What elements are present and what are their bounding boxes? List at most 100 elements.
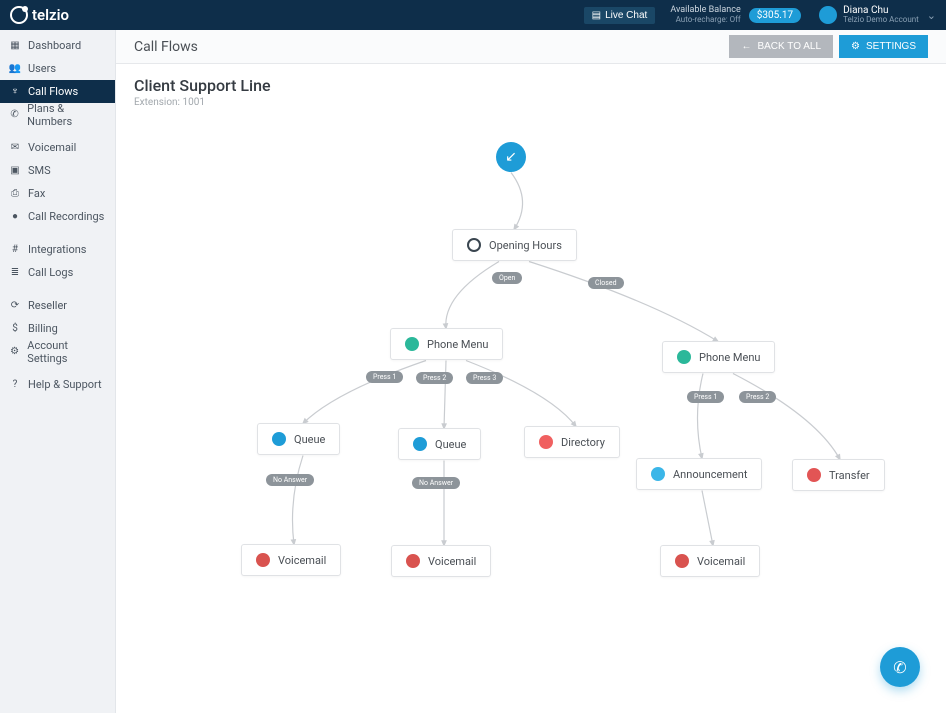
sidebar-item-call-recordings[interactable]: ● Call Recordings (0, 205, 115, 228)
flow-node-queue2[interactable]: Queue (398, 428, 481, 460)
sidebar-item-label: Users (28, 62, 56, 75)
start-node[interactable]: ↙ (496, 142, 526, 172)
sidebar-item-integrations[interactable]: #Integrations (0, 238, 115, 261)
node-label: Queue (435, 438, 466, 451)
sidebar-item-fax[interactable]: ⎙ Fax (0, 182, 115, 205)
sidebar-item-reseller[interactable]: ⟳ Reseller (0, 294, 115, 317)
balance-pill[interactable]: $305.17 (749, 8, 801, 23)
user-block[interactable]: Diana Chu Telzio Demo Account (843, 5, 919, 25)
node-label: Transfer (829, 469, 870, 482)
flow-node-hours[interactable]: Opening Hours (452, 229, 577, 261)
sidebar-item-help-support[interactable]: ? Help & Support (0, 373, 115, 396)
sidebar-item-label: Fax (28, 187, 45, 200)
node-label: Phone Menu (427, 338, 488, 351)
sidebar-icon: 👥 (9, 63, 21, 74)
chevron-down-icon[interactable]: ⌄ (927, 9, 936, 22)
edge-label: Open (492, 272, 522, 284)
sidebar-item-label: Call Logs (28, 266, 73, 279)
edge-label: Press 2 (739, 391, 776, 403)
avatar[interactable] (819, 6, 837, 24)
sidebar-item-label: Call Recordings (28, 210, 104, 223)
node-icon (256, 553, 270, 567)
live-chat-label: Live Chat (605, 10, 647, 21)
sidebar-item-label: Reseller (28, 299, 67, 312)
sidebar-item-users[interactable]: 👥 Users (0, 57, 115, 80)
sidebar-icon: # (9, 244, 21, 255)
sidebar-item-label: Call Flows (28, 85, 78, 98)
brand-text: telzio (32, 6, 69, 24)
node-icon (675, 554, 689, 568)
flow-node-vm3[interactable]: Voicemail (660, 545, 760, 577)
sidebar-item-plans-numbers[interactable]: ✆Plans & Numbers (0, 103, 115, 126)
sidebar-icon: ⟳ (9, 300, 21, 311)
sidebar-item-dashboard[interactable]: ▦ Dashboard (0, 34, 115, 57)
flow-node-ann[interactable]: Announcement (636, 458, 762, 490)
brand-icon (10, 6, 28, 24)
sidebar-item-label: Help & Support (28, 378, 102, 391)
live-chat-button[interactable]: ▤ Live Chat (584, 7, 656, 24)
flow-node-menuR[interactable]: Phone Menu (662, 341, 775, 373)
sidebar: ▦ Dashboard 👥 Users ♆ Call Flows ✆Plans & Numb… (0, 30, 116, 713)
sidebar-item-label: Account Settings (27, 339, 106, 365)
flow-node-dir[interactable]: Directory (524, 426, 620, 458)
sidebar-item-label: Voicemail (28, 141, 76, 154)
flow-node-vm2[interactable]: Voicemail (391, 545, 491, 577)
node-label: Announcement (673, 468, 747, 481)
sidebar-icon: ♆ (9, 86, 21, 97)
sidebar-item-voicemail[interactable]: ✉ Voicemail (0, 136, 115, 159)
flow-canvas[interactable]: ✆ ↙ Opening Hours Phone Menu Phone Menu Queu… (116, 112, 946, 713)
sidebar-icon: ● (9, 211, 21, 222)
node-icon (807, 468, 821, 482)
sidebar-icon: ✉ (9, 142, 21, 153)
incoming-call-icon: ↙ (505, 149, 517, 165)
sidebar-icon: ▦ (9, 40, 21, 51)
sidebar-icon: ≣ (9, 267, 21, 278)
node-icon (677, 350, 691, 364)
node-label: Directory (561, 436, 605, 449)
page-title: Client Support Line (134, 76, 928, 95)
node-label: Voicemail (428, 555, 476, 568)
section-title: Call Flows (134, 39, 198, 55)
arrow-left-icon: ← (741, 41, 751, 52)
page-sub-header: Client Support Line Extension: 1001 (116, 64, 946, 112)
node-icon (539, 435, 553, 449)
balance-block: Available Balance Auto-recharge: Off (670, 6, 740, 25)
top-bar: telzio ▤ Live Chat Available Balance Aut… (0, 0, 946, 30)
sidebar-item-call-flows[interactable]: ♆ Call Flows (0, 80, 115, 103)
node-icon (413, 437, 427, 451)
edge-label: No Answer (266, 474, 314, 486)
chat-icon: ▤ (592, 10, 601, 21)
phone-icon: ✆ (893, 658, 906, 677)
sidebar-item-label: SMS (28, 164, 51, 177)
app-body: ▦ Dashboard 👥 Users ♆ Call Flows ✆Plans & Numb… (0, 30, 946, 713)
flow-node-menuL[interactable]: Phone Menu (390, 328, 503, 360)
node-icon (406, 554, 420, 568)
flow-node-queue1[interactable]: Queue (257, 423, 340, 455)
node-icon (651, 467, 665, 481)
edge-label: Press 3 (466, 372, 503, 384)
sidebar-item-account-settings[interactable]: ⚙Account Settings (0, 340, 115, 363)
settings-button[interactable]: ⚙ SETTINGS (839, 35, 928, 58)
sidebar-item-call-logs[interactable]: ≣ Call Logs (0, 261, 115, 284)
node-icon (272, 432, 286, 446)
edge-label: Closed (588, 277, 624, 289)
sidebar-item-sms[interactable]: ▣ SMS (0, 159, 115, 182)
sidebar-icon: ⎙ (9, 188, 21, 199)
node-icon (467, 238, 481, 252)
flow-node-trans[interactable]: Transfer (792, 459, 885, 491)
node-label: Phone Menu (699, 351, 760, 364)
page-extension: Extension: 1001 (134, 97, 928, 108)
sidebar-icon: ▣ (9, 165, 21, 176)
back-to-all-button[interactable]: ← BACK TO ALL (729, 35, 833, 58)
flow-node-vm1[interactable]: Voicemail (241, 544, 341, 576)
node-label: Opening Hours (489, 239, 562, 252)
node-label: Voicemail (697, 555, 745, 568)
dial-fab[interactable]: ✆ (880, 647, 920, 687)
edge-label: Press 1 (687, 391, 724, 403)
sidebar-icon: ✆ (9, 109, 20, 120)
sidebar-item-billing[interactable]: $Billing (0, 317, 115, 340)
brand-logo[interactable]: telzio (10, 6, 69, 24)
node-label: Voicemail (278, 554, 326, 567)
sidebar-icon: ? (9, 379, 21, 390)
sidebar-item-label: Dashboard (28, 39, 81, 52)
